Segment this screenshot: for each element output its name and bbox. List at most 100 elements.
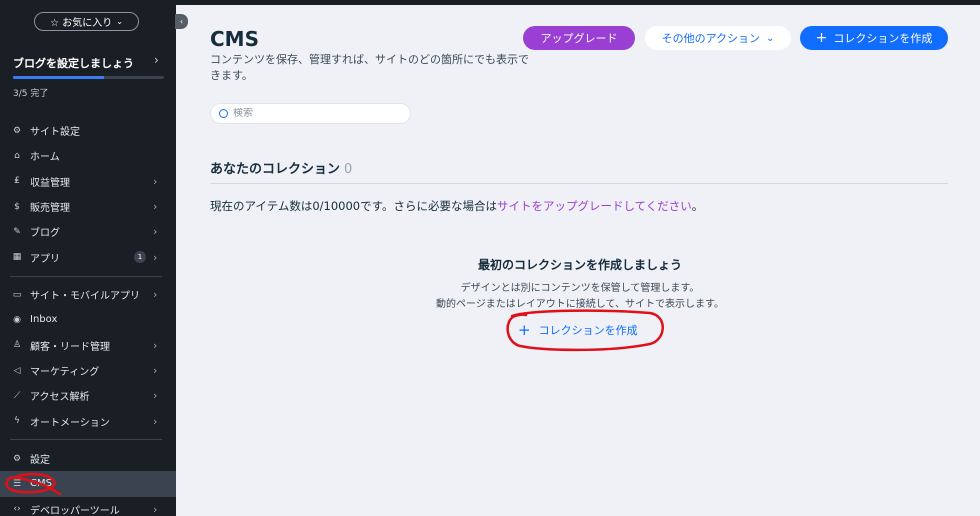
inbox-icon: ◉ — [13, 314, 21, 325]
sidebar-item-label: マーケティング — [30, 367, 100, 379]
item-usage-text: 現在のアイテム数は0/10000です。さらに必要な場合はサイトをアップグレードし… — [210, 198, 703, 214]
sidebar-item-label: アプリ — [30, 253, 60, 265]
page-title: CMS — [210, 27, 259, 51]
pen-icon: ✎ — [13, 226, 21, 237]
nav-group-main: ⚙ サイト設定 ⌂ ホーム ₤ 収益管理 › $ 販売管理 › ✎ ブログ › ▦ アプリ 1 › — [0, 118, 176, 270]
search-icon — [219, 109, 228, 118]
sidebar-item-revenue[interactable]: ₤ 収益管理 › — [0, 169, 176, 194]
dollar-icon: $ — [14, 201, 20, 212]
sidebar-divider — [10, 276, 162, 277]
chevron-right-icon: › — [153, 288, 158, 302]
apps-icon: ▦ — [12, 252, 22, 263]
sidebar-item-label: ホーム — [30, 152, 60, 164]
revenue-icon: ₤ — [14, 176, 20, 187]
create-collection-label: コレクションを作成 — [833, 32, 933, 45]
home-icon: ⌂ — [14, 150, 20, 161]
sidebar-item-site-mobile-app[interactable]: ▭ サイト・モバイルアプリ › — [0, 282, 176, 307]
chevron-down-icon: ⌄ — [116, 17, 123, 26]
sidebar-item-sales[interactable]: $ 販売管理 › — [0, 194, 176, 219]
sidebar-item-automation[interactable]: ϟ オートメーション › — [0, 408, 176, 433]
search-input[interactable] — [233, 108, 403, 119]
page-description: コンテンツを保存、管理すれば、サイトのどの箇所にでも表示できます。 — [210, 53, 529, 82]
plus-icon: + — [518, 321, 531, 339]
empty-state-line-2: 動的ページまたはレイアウトに接続して、サイトで表示します。 — [436, 299, 724, 310]
apps-badge: 1 — [134, 251, 146, 264]
sidebar-item-analytics[interactable]: ⟋ アクセス解析 › — [0, 383, 176, 408]
bolt-icon: ϟ — [14, 416, 20, 427]
more-actions-label: その他のアクション — [661, 32, 761, 45]
sidebar-item-label: 販売管理 — [30, 203, 70, 215]
sidebar-item-label: 収益管理 — [30, 177, 70, 189]
sidebar-item-blog[interactable]: ✎ ブログ › — [0, 219, 176, 244]
upgrade-button-label: アップグレード — [540, 32, 618, 45]
chevron-right-icon: › — [153, 364, 158, 378]
create-collection-link-label: コレクションを作成 — [538, 324, 638, 337]
sidebar-item-apps[interactable]: ▦ アプリ 1 › — [0, 244, 176, 269]
setup-title: ブログを設定しましょう — [13, 57, 134, 70]
sidebar-item-label: ブログ — [30, 228, 60, 240]
empty-state-line-1: デザインとは別にコンテンツを保管して管理します。 — [460, 283, 700, 294]
sidebar-item-label: 設定 — [30, 455, 50, 467]
chevron-right-icon: › — [153, 250, 158, 264]
megaphone-icon: ◁ — [13, 365, 21, 376]
sidebar-item-label: サイト・モバイルアプリ — [30, 291, 140, 303]
sidebar-item-contacts[interactable]: ♙ 顧客・リード管理 › — [0, 333, 176, 358]
empty-state-title: 最初のコレクションを作成しましょう — [477, 258, 682, 272]
devices-icon: ▭ — [12, 289, 22, 300]
create-collection-button[interactable]: + コレクションを作成 — [800, 26, 948, 50]
sidebar-item-label: 顧客・リード管理 — [30, 341, 110, 353]
code-icon: ‹› — [13, 504, 21, 515]
sidebar: ☆ お気に入り ⌄ ブログを設定しましょう › 3/5 完了 ⚙ サイト設定 ⌂ ホ… — [0, 0, 176, 516]
contacts-icon: ♙ — [12, 340, 22, 351]
setup-progress-card[interactable]: ブログを設定しましょう › 3/5 完了 — [0, 44, 176, 106]
chevron-right-icon: › — [153, 414, 158, 428]
chevron-left-icon: ‹ — [179, 17, 184, 26]
sidebar-item-site-settings[interactable]: ⚙ サイト設定 — [0, 118, 176, 143]
sidebar-item-cms[interactable]: ☰ CMS — [0, 471, 176, 497]
upgrade-site-link[interactable]: サイトをアップグレードしてください — [497, 199, 692, 213]
favorites-button[interactable]: ☆ お気に入り ⌄ — [34, 12, 139, 31]
nav-group-settings: ⚙ 設定 ☰ CMS ‹› デベロッパーツール › — [0, 446, 176, 516]
collections-heading-label: あなたのコレクション — [210, 162, 341, 177]
collapse-sidebar-button[interactable]: ‹ — [175, 14, 188, 29]
setup-progress-bar — [13, 76, 164, 79]
top-bar — [176, 0, 980, 5]
sidebar-item-label: デベロッパーツール — [30, 505, 120, 516]
nav-group-business: ▭ サイト・モバイルアプリ › ◉ Inbox ♙ 顧客・リード管理 › ◁ マーケティング… — [0, 282, 176, 434]
setup-progress-fill — [13, 76, 104, 79]
collections-divider — [210, 183, 948, 184]
collections-count: 0 — [344, 162, 353, 177]
item-usage-end: 。 — [691, 199, 704, 213]
sidebar-item-label: Inbox — [30, 314, 58, 326]
item-usage-label: 現在のアイテム数は0/10000です。さらに必要な場合は — [210, 199, 497, 213]
collections-heading: あなたのコレクション 0 — [210, 158, 352, 177]
create-collection-link[interactable]: + コレクションを作成 — [518, 321, 638, 339]
chevron-right-icon: › — [153, 200, 158, 214]
favorites-label: ☆ お気に入り — [50, 18, 113, 29]
chevron-right-icon: › — [153, 389, 158, 403]
sidebar-divider — [10, 439, 162, 440]
chevron-right-icon: › — [154, 53, 159, 67]
sidebar-item-label: オートメーション — [30, 417, 110, 429]
cms-icon: ☰ — [12, 478, 22, 489]
sidebar-item-inbox[interactable]: ◉ Inbox — [0, 307, 176, 332]
gear-check-icon: ⚙ — [12, 125, 22, 136]
plus-icon: + — [815, 30, 828, 46]
sidebar-item-label: CMS — [30, 478, 52, 490]
chevron-right-icon: › — [153, 174, 158, 188]
upgrade-button[interactable]: アップグレード — [523, 26, 635, 50]
search-box[interactable] — [210, 103, 411, 124]
chevron-down-icon: ⌄ — [766, 32, 775, 44]
chevron-right-icon: › — [153, 502, 158, 516]
settings-icon: ⚙ — [12, 453, 22, 464]
sidebar-item-label: サイト設定 — [30, 127, 80, 139]
setup-status: 3/5 完了 — [13, 89, 49, 99]
chevron-right-icon: › — [153, 225, 158, 239]
sidebar-item-settings[interactable]: ⚙ 設定 — [0, 446, 176, 471]
analytics-icon: ⟋ — [13, 390, 21, 401]
more-actions-button[interactable]: その他のアクション ⌄ — [645, 26, 791, 50]
sidebar-item-home[interactable]: ⌂ ホーム — [0, 143, 176, 168]
sidebar-item-marketing[interactable]: ◁ マーケティング › — [0, 358, 176, 383]
sidebar-item-developer-tools[interactable]: ‹› デベロッパーツール › — [0, 497, 176, 516]
chevron-right-icon: › — [153, 338, 158, 352]
